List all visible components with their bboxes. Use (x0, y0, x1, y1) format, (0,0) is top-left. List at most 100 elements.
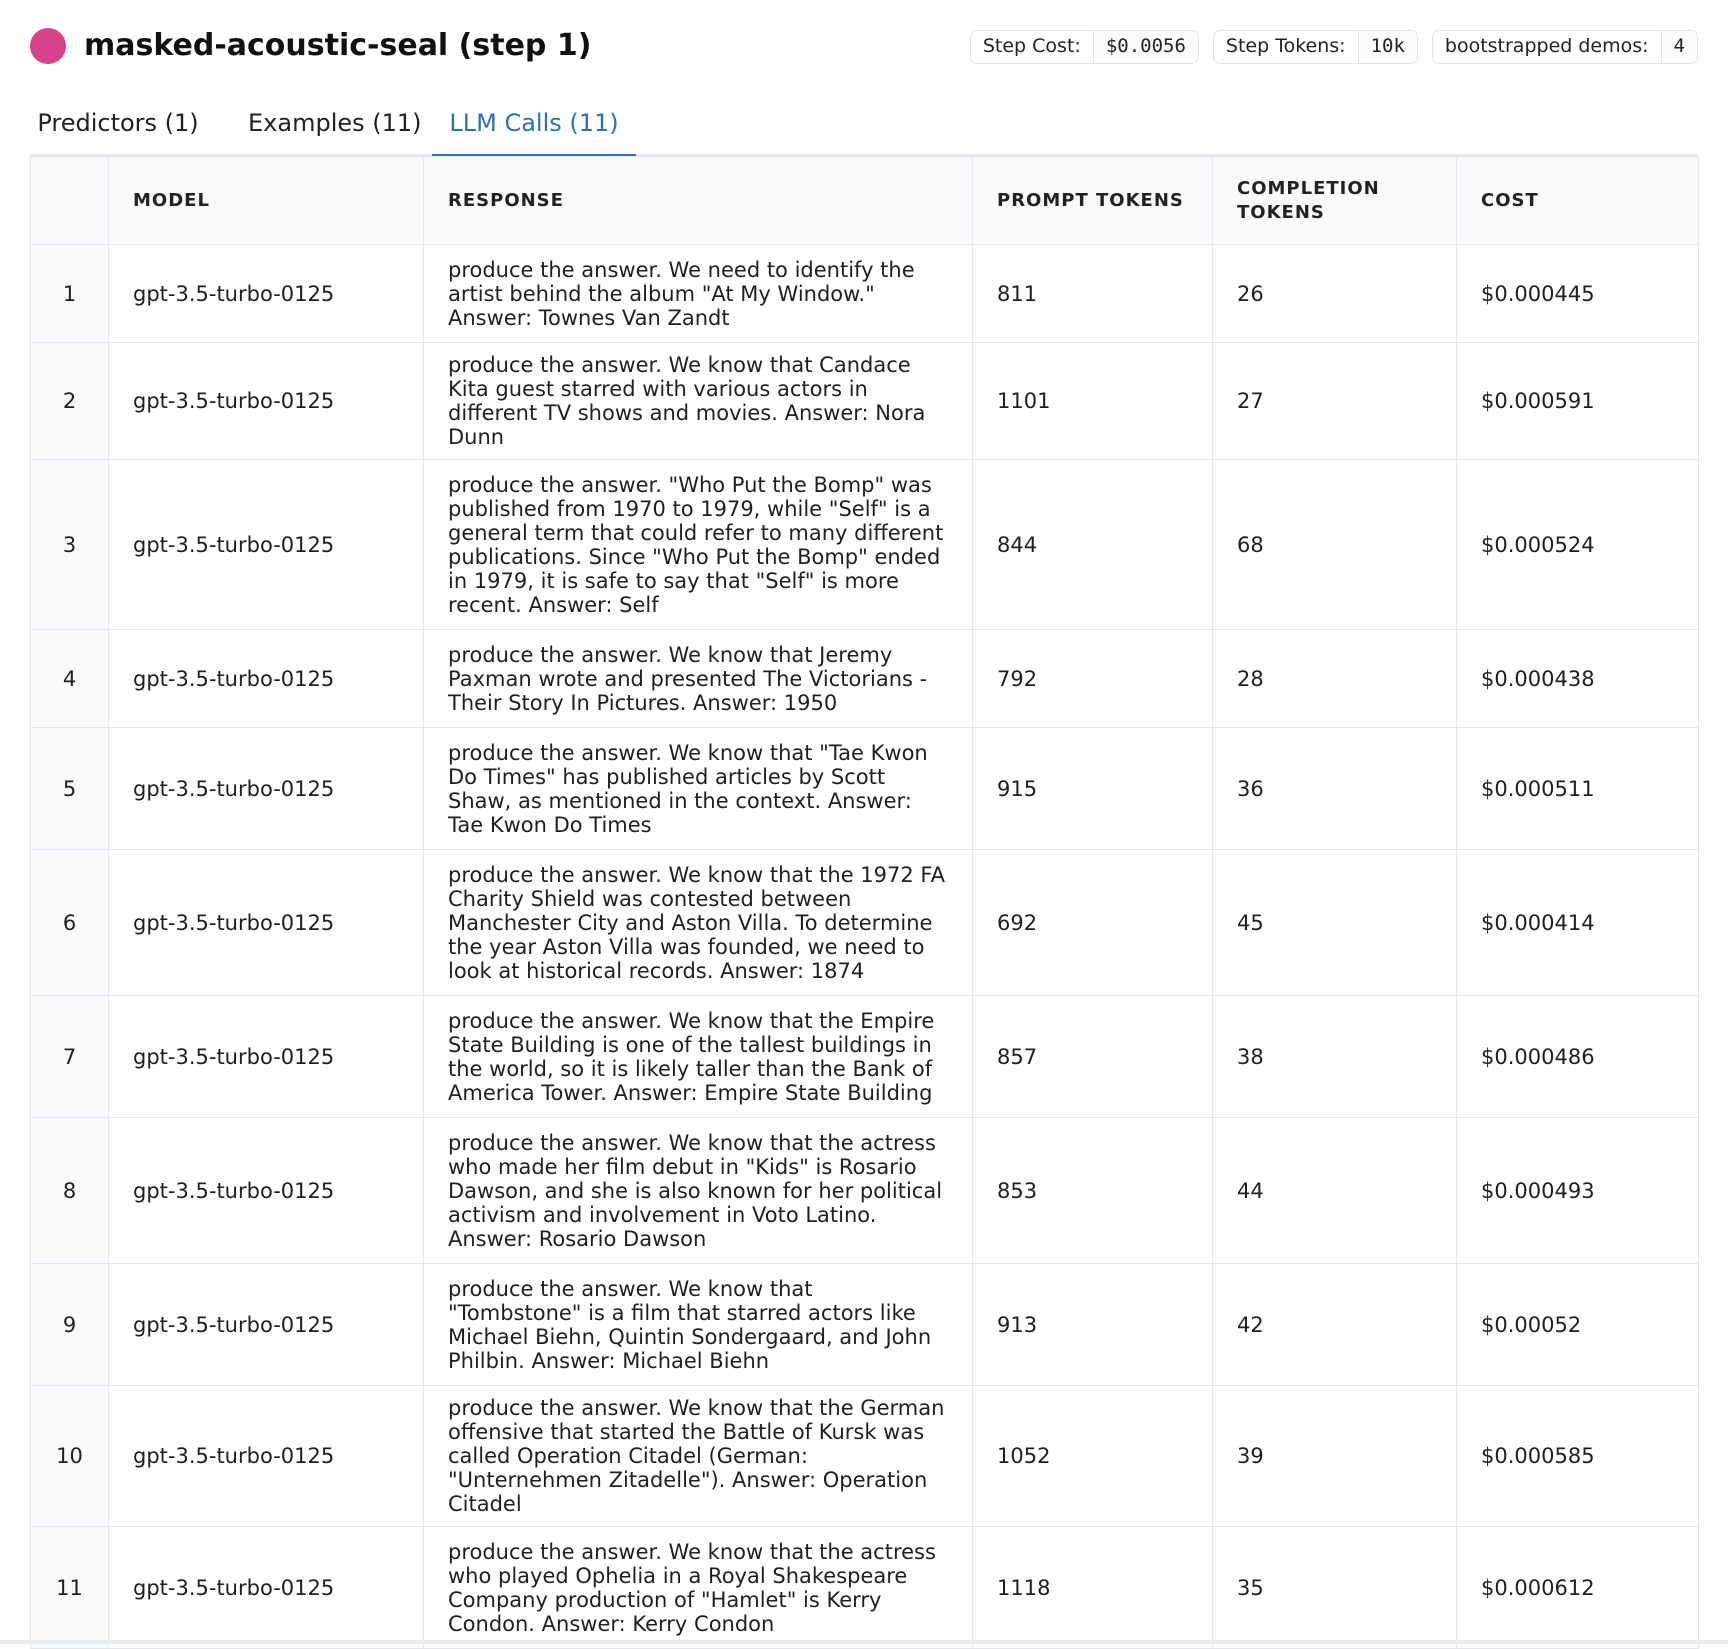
row-prompt-tokens: 692 (972, 849, 1213, 996)
row-cost: $0.000591 (1456, 342, 1699, 460)
row-model: gpt-3.5-turbo-0125 (108, 849, 424, 996)
step-tokens-value: 10k (1357, 31, 1417, 63)
table-row[interactable]: 7 gpt-3.5-turbo-0125 produce the answer.… (30, 995, 1699, 1118)
table-row[interactable]: 6 gpt-3.5-turbo-0125 produce the answer.… (30, 849, 1699, 996)
row-index: 8 (30, 1117, 109, 1264)
bootstrapped-demos-badge: bootstrapped demos: 4 (1431, 30, 1698, 64)
row-cost: $0.000445 (1456, 244, 1699, 343)
row-response: produce the answer. We know that the act… (423, 1117, 973, 1264)
llm-calls-table-container: MODEL RESPONSE PROMPT TOKENS COMPLETION … (30, 156, 1699, 1649)
column-header-response[interactable]: RESPONSE (423, 156, 973, 245)
row-response: produce the answer. We know that the Emp… (423, 995, 973, 1118)
row-response: produce the answer. "Who Put the Bomp" w… (423, 459, 973, 630)
llm-calls-panel: masked-acoustic-seal (step 1) Step Cost:… (0, 0, 1728, 1649)
row-model: gpt-3.5-turbo-0125 (108, 459, 424, 630)
row-response: produce the answer. We know that the act… (423, 1526, 973, 1649)
row-index: 3 (30, 459, 109, 630)
row-model: gpt-3.5-turbo-0125 (108, 244, 424, 343)
row-cost: $0.000585 (1456, 1385, 1699, 1527)
row-completion-tokens: 39 (1212, 1385, 1457, 1527)
table-row[interactable]: 2 gpt-3.5-turbo-0125 produce the answer.… (30, 342, 1699, 460)
row-model: gpt-3.5-turbo-0125 (108, 1385, 424, 1527)
table-row[interactable]: 5 gpt-3.5-turbo-0125 produce the answer.… (30, 727, 1699, 850)
row-completion-tokens: 28 (1212, 629, 1457, 728)
row-model: gpt-3.5-turbo-0125 (108, 1526, 424, 1649)
row-completion-tokens: 35 (1212, 1526, 1457, 1649)
row-prompt-tokens: 915 (972, 727, 1213, 850)
table-header-row: MODEL RESPONSE PROMPT TOKENS COMPLETION … (30, 156, 1699, 245)
row-index: 1 (30, 244, 109, 343)
row-response: produce the answer. We know that the Ger… (423, 1385, 973, 1527)
row-cost: $0.000511 (1456, 727, 1699, 850)
row-completion-tokens: 26 (1212, 244, 1457, 343)
row-prompt-tokens: 792 (972, 629, 1213, 728)
row-response: produce the answer. We know that Jeremy … (423, 629, 973, 728)
column-header-cost[interactable]: COST (1456, 156, 1699, 245)
row-response: produce the answer. We need to identify … (423, 244, 973, 343)
row-index: 10 (30, 1385, 109, 1527)
row-index: 4 (30, 629, 109, 728)
tab-examples[interactable]: Examples (11) (248, 96, 422, 158)
llm-calls-table: MODEL RESPONSE PROMPT TOKENS COMPLETION … (30, 156, 1699, 1649)
row-index: 2 (30, 342, 109, 460)
row-index: 9 (30, 1263, 109, 1386)
row-prompt-tokens: 853 (972, 1117, 1213, 1264)
row-cost: $0.000486 (1456, 995, 1699, 1118)
row-response: produce the answer. We know that "Tombst… (423, 1263, 973, 1386)
row-response: produce the answer. We know that Candace… (423, 342, 973, 460)
step-tokens-label: Step Tokens: (1225, 35, 1346, 57)
table-row[interactable]: 11 gpt-3.5-turbo-0125 produce the answer… (30, 1526, 1699, 1649)
row-index: 6 (30, 849, 109, 996)
table-row[interactable]: 3 gpt-3.5-turbo-0125 produce the answer.… (30, 459, 1699, 630)
bottom-divider (0, 1640, 1728, 1644)
step-cost-label: Step Cost: (982, 35, 1081, 57)
row-cost: $0.000414 (1456, 849, 1699, 996)
page-title: masked-acoustic-seal (step 1) (84, 28, 592, 63)
table-row[interactable]: 10 gpt-3.5-turbo-0125 produce the answer… (30, 1385, 1699, 1527)
table-row[interactable]: 4 gpt-3.5-turbo-0125 produce the answer.… (30, 629, 1699, 728)
column-header-model[interactable]: MODEL (108, 156, 424, 245)
row-cost: $0.000493 (1456, 1117, 1699, 1264)
row-completion-tokens: 68 (1212, 459, 1457, 630)
bootstrapped-demos-label: bootstrapped demos: (1444, 35, 1649, 57)
column-header-index (30, 156, 109, 245)
tab-llm-calls[interactable]: LLM Calls (11) (432, 96, 636, 158)
row-cost: $0.000524 (1456, 459, 1699, 630)
table-row[interactable]: 1 gpt-3.5-turbo-0125 produce the answer.… (30, 244, 1699, 343)
row-cost: $0.000438 (1456, 629, 1699, 728)
table-row[interactable]: 8 gpt-3.5-turbo-0125 produce the answer.… (30, 1117, 1699, 1264)
row-model: gpt-3.5-turbo-0125 (108, 995, 424, 1118)
row-index: 11 (30, 1526, 109, 1649)
column-header-completion-tokens[interactable]: COMPLETION TOKENS (1212, 156, 1457, 245)
row-completion-tokens: 27 (1212, 342, 1457, 460)
row-cost: $0.00052 (1456, 1263, 1699, 1386)
row-completion-tokens: 38 (1212, 995, 1457, 1118)
row-completion-tokens: 42 (1212, 1263, 1457, 1386)
row-index: 5 (30, 727, 109, 850)
row-prompt-tokens: 844 (972, 459, 1213, 630)
row-completion-tokens: 44 (1212, 1117, 1457, 1264)
row-completion-tokens: 45 (1212, 849, 1457, 996)
column-header-prompt-tokens[interactable]: PROMPT TOKENS (972, 156, 1213, 245)
row-prompt-tokens: 811 (972, 244, 1213, 343)
table-row[interactable]: 9 gpt-3.5-turbo-0125 produce the answer.… (30, 1263, 1699, 1386)
row-model: gpt-3.5-turbo-0125 (108, 1263, 424, 1386)
row-model: gpt-3.5-turbo-0125 (108, 1117, 424, 1264)
row-prompt-tokens: 913 (972, 1263, 1213, 1386)
row-cost: $0.000612 (1456, 1526, 1699, 1649)
row-prompt-tokens: 1052 (972, 1385, 1213, 1527)
row-prompt-tokens: 857 (972, 995, 1213, 1118)
row-prompt-tokens: 1118 (972, 1526, 1213, 1649)
step-cost-value: $0.0056 (1092, 31, 1198, 63)
row-response: produce the answer. We know that the 197… (423, 849, 973, 996)
row-model: gpt-3.5-turbo-0125 (108, 342, 424, 460)
row-model: gpt-3.5-turbo-0125 (108, 629, 424, 728)
row-index: 7 (30, 995, 109, 1118)
tab-predictors[interactable]: Predictors (1) (30, 96, 206, 158)
step-header: masked-acoustic-seal (step 1) Step Cost:… (30, 24, 1698, 68)
step-stats: Step Cost: $0.0056 Step Tokens: 10k boot… (969, 30, 1698, 64)
tab-bar: Predictors (1) Examples (11) LLM Calls (… (30, 96, 1698, 158)
status-dot-icon (30, 28, 66, 64)
step-cost-badge: Step Cost: $0.0056 (969, 30, 1199, 64)
step-tokens-badge: Step Tokens: 10k (1212, 30, 1418, 64)
